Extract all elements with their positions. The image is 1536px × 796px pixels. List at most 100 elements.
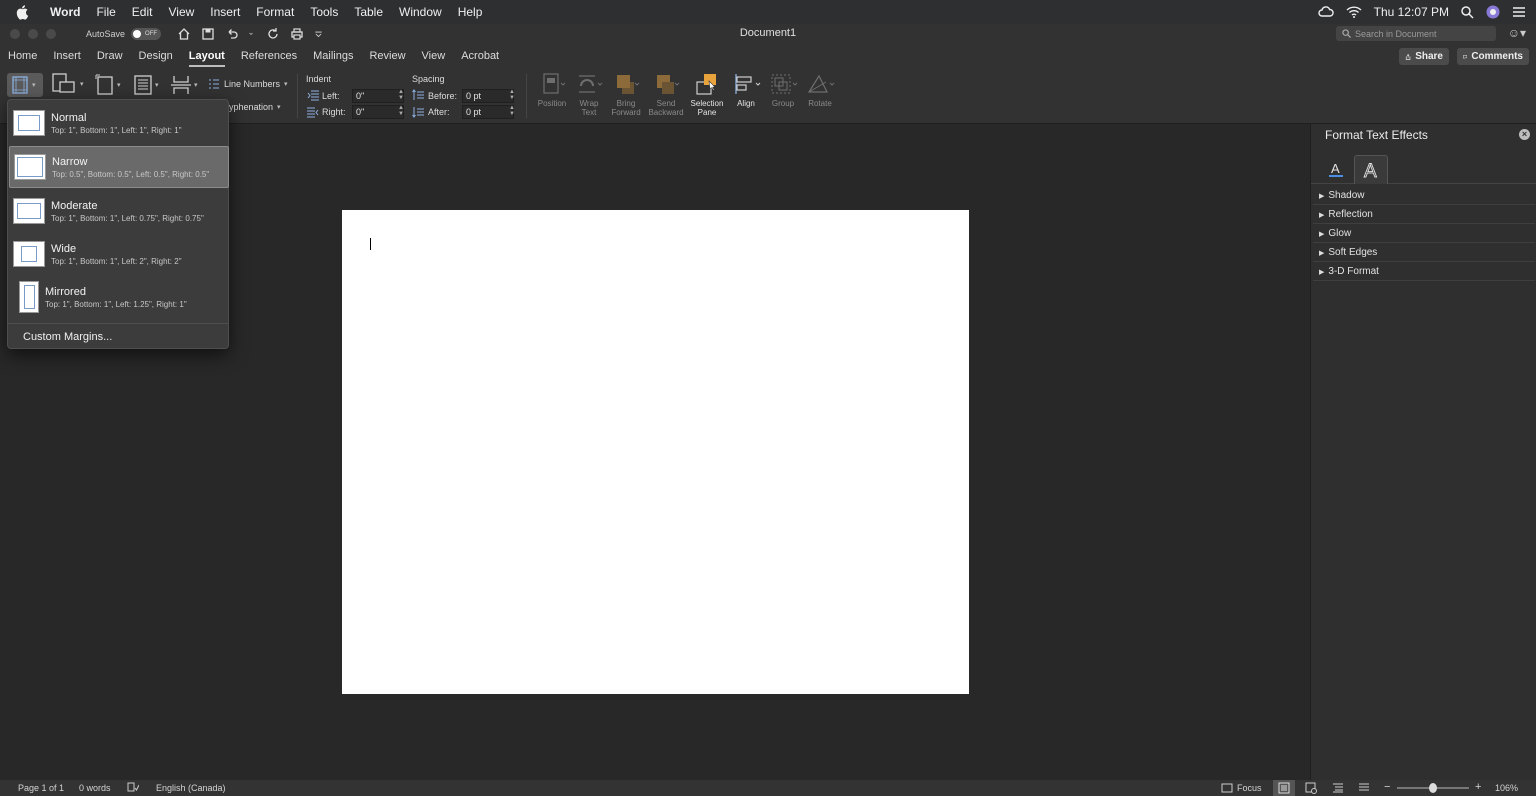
- margin-moderate-thumbnail: [13, 198, 45, 224]
- wifi-icon[interactable]: [1346, 6, 1362, 18]
- pane-title: Format Text Effects: [1325, 128, 1428, 142]
- indent-left-stepper[interactable]: ▲ ▼: [398, 89, 404, 101]
- tab-insert[interactable]: Insert: [45, 44, 89, 68]
- tab-draw[interactable]: Draw: [89, 44, 131, 68]
- selection-pane-button[interactable]: Selection Pane: [687, 72, 727, 117]
- text-effects-tab[interactable]: A: [1354, 155, 1388, 184]
- proofing-icon[interactable]: [127, 782, 139, 793]
- apple-icon[interactable]: [14, 3, 32, 21]
- focus-icon[interactable]: [1221, 783, 1233, 793]
- save-icon[interactable]: [201, 27, 215, 41]
- close-window-button[interactable]: [10, 29, 20, 39]
- columns-chevron-icon: ▾: [155, 82, 159, 89]
- menu-table[interactable]: Table: [346, 5, 391, 19]
- orientation-button[interactable]: ▾: [52, 73, 84, 95]
- tab-review[interactable]: Review: [361, 44, 413, 68]
- focus-label[interactable]: Focus: [1237, 783, 1262, 793]
- feedback-smiley-icon[interactable]: ☺▾: [1508, 26, 1526, 40]
- close-icon[interactable]: ×: [1519, 129, 1530, 140]
- indent-right-icon: [307, 107, 319, 118]
- word-count[interactable]: 0 words: [79, 783, 111, 793]
- margins-button[interactable]: ▾: [7, 73, 43, 97]
- indent-right-stepper[interactable]: ▲ ▼: [398, 105, 404, 117]
- align-button[interactable]: Align: [726, 72, 766, 108]
- menu-help[interactable]: Help: [450, 5, 491, 19]
- bring-forward-button[interactable]: Bring Forward: [606, 72, 646, 117]
- menu-app-word[interactable]: Word: [42, 5, 88, 19]
- spacing-after-stepper[interactable]: ▲ ▼: [509, 105, 515, 117]
- margin-option-mirrored[interactable]: Mirrored Top: 1", Bottom: 1", Left: 1.25…: [9, 276, 229, 318]
- section-glow[interactable]: ▶ Glow: [1313, 225, 1535, 243]
- send-backward-button[interactable]: Send Backward: [646, 72, 686, 117]
- menu-file[interactable]: File: [88, 5, 123, 19]
- creative-cloud-icon[interactable]: [1318, 6, 1334, 18]
- outline-view-icon[interactable]: [1332, 783, 1344, 793]
- home-icon[interactable]: [177, 27, 191, 41]
- menubar-clock[interactable]: Thu 12:07 PM: [1374, 5, 1449, 19]
- comments-button[interactable]: Comments: [1457, 48, 1529, 65]
- spacing-after-input[interactable]: 0 pt: [462, 105, 514, 119]
- search-in-document-field[interactable]: Search in Document: [1336, 26, 1496, 41]
- print-icon[interactable]: [290, 27, 304, 41]
- customize-toolbar-icon[interactable]: [314, 27, 323, 41]
- spotlight-search-icon[interactable]: [1461, 5, 1474, 19]
- wrap-text-button[interactable]: Wrap Text: [569, 72, 609, 117]
- zoom-out-button[interactable]: −: [1384, 781, 1390, 793]
- zoom-level[interactable]: 106%: [1495, 783, 1518, 793]
- custom-margins-item[interactable]: Custom Margins...: [23, 331, 112, 343]
- rotate-button[interactable]: Rotate: [800, 72, 840, 108]
- print-layout-view-button[interactable]: [1273, 780, 1295, 796]
- spacing-before-input[interactable]: 0 pt: [462, 89, 514, 103]
- tab-acrobat[interactable]: Acrobat: [453, 44, 507, 68]
- minimize-window-button[interactable]: [28, 29, 38, 39]
- page-count[interactable]: Page 1 of 1: [18, 783, 64, 793]
- columns-button[interactable]: ▾: [133, 74, 159, 96]
- tab-layout[interactable]: Layout: [181, 44, 233, 68]
- margin-option-moderate[interactable]: Moderate Top: 1", Bottom: 1", Left: 0.75…: [9, 190, 229, 232]
- menu-tools[interactable]: Tools: [302, 5, 346, 19]
- text-fill-outline-tab[interactable]: A: [1319, 155, 1353, 184]
- menu-format[interactable]: Format: [248, 5, 302, 19]
- line-numbers-button[interactable]: Line Numbers ▾: [208, 78, 288, 90]
- group-button[interactable]: Group: [763, 72, 803, 108]
- menu-edit[interactable]: Edit: [124, 5, 161, 19]
- siri-icon[interactable]: [1486, 5, 1500, 19]
- zoom-slider[interactable]: [1397, 783, 1469, 793]
- section-reflection[interactable]: ▶ Reflection: [1313, 206, 1535, 224]
- margin-option-wide[interactable]: Wide Top: 1", Bottom: 1", Left: 2", Righ…: [9, 233, 229, 275]
- tab-mailings[interactable]: Mailings: [305, 44, 361, 68]
- indent-right-input[interactable]: 0": [352, 105, 404, 119]
- undo-dropdown-chevron-icon[interactable]: [249, 27, 256, 41]
- tab-references[interactable]: References: [233, 44, 305, 68]
- size-button[interactable]: ▾: [95, 74, 121, 96]
- position-button[interactable]: Position: [532, 72, 572, 108]
- menu-window[interactable]: Window: [391, 5, 450, 19]
- indent-left-input[interactable]: 0": [352, 89, 404, 103]
- margin-option-narrow[interactable]: Narrow Top: 0.5", Bottom: 0.5", Left: 0.…: [9, 146, 229, 188]
- zoom-window-button[interactable]: [46, 29, 56, 39]
- breaks-button[interactable]: ▾: [170, 74, 198, 96]
- margin-option-normal[interactable]: Normal Top: 1", Bottom: 1", Left: 1", Ri…: [9, 102, 229, 144]
- menu-insert[interactable]: Insert: [202, 5, 248, 19]
- autosave-toggle[interactable]: OFF: [131, 28, 162, 40]
- web-layout-icon[interactable]: [1305, 782, 1317, 794]
- language-indicator[interactable]: English (Canada): [156, 783, 226, 793]
- undo-icon[interactable]: [225, 27, 239, 41]
- section-shadow[interactable]: ▶ Shadow: [1313, 187, 1535, 205]
- tab-home[interactable]: Home: [0, 44, 45, 68]
- tab-design[interactable]: Design: [131, 44, 181, 68]
- section-3d-format[interactable]: ▶ 3-D Format: [1313, 263, 1535, 281]
- notification-center-icon[interactable]: [1512, 6, 1526, 18]
- zoom-in-button[interactable]: +: [1475, 781, 1481, 793]
- draft-view-icon[interactable]: [1358, 783, 1370, 793]
- spacing-before-stepper[interactable]: ▲ ▼: [509, 89, 515, 101]
- redo-icon[interactable]: [266, 27, 280, 41]
- tab-view[interactable]: View: [414, 44, 454, 68]
- document-page[interactable]: [342, 210, 969, 694]
- zoom-slider-thumb[interactable]: [1429, 783, 1437, 793]
- margin-option-name: Wide: [51, 242, 77, 255]
- menu-view[interactable]: View: [160, 5, 202, 19]
- hyphenation-button[interactable]: yphenation ▾: [229, 102, 281, 112]
- share-button[interactable]: Share: [1399, 48, 1449, 65]
- section-soft-edges[interactable]: ▶ Soft Edges: [1313, 244, 1535, 262]
